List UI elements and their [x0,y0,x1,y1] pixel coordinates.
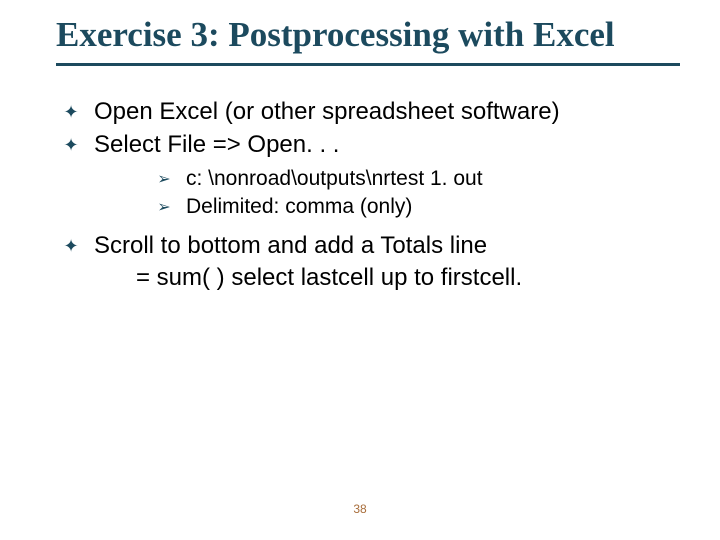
arrow-icon: ➢ [156,169,172,191]
bullet-icon: ✦ [62,133,80,157]
arrow-icon: ➢ [156,197,172,219]
sub-list: ➢ c: \nonroad\outputs\nrtest 1. out ➢ De… [156,165,680,222]
page-number: 38 [0,502,720,516]
bullet-icon: ✦ [62,100,80,124]
list-item: ➢ Delimited: comma (only) [156,193,680,221]
bullet-text: Select File => Open. . . [94,129,339,161]
slide-body: ✦ Open Excel (or other spreadsheet softw… [0,66,720,294]
sub-bullet-text: Delimited: comma (only) [186,193,412,221]
bullet-text: Scroll to bottom and add a Totals line [94,232,487,259]
bullet-icon: ✦ [62,234,80,258]
slide-title: Exercise 3: Postprocessing with Excel [0,0,720,61]
bullet-text-continuation: = sum( ) select lastcell up to firstcell… [136,264,522,291]
sub-bullet-text: c: \nonroad\outputs\nrtest 1. out [186,165,483,193]
list-item: ✦ Open Excel (or other spreadsheet softw… [62,96,680,128]
list-item: ➢ c: \nonroad\outputs\nrtest 1. out [156,165,680,193]
bullet-text: Open Excel (or other spreadsheet softwar… [94,96,560,128]
list-item: ✦ Select File => Open. . . [62,129,680,161]
list-item: ✦ Scroll to bottom and add a Totals line… [62,230,680,295]
